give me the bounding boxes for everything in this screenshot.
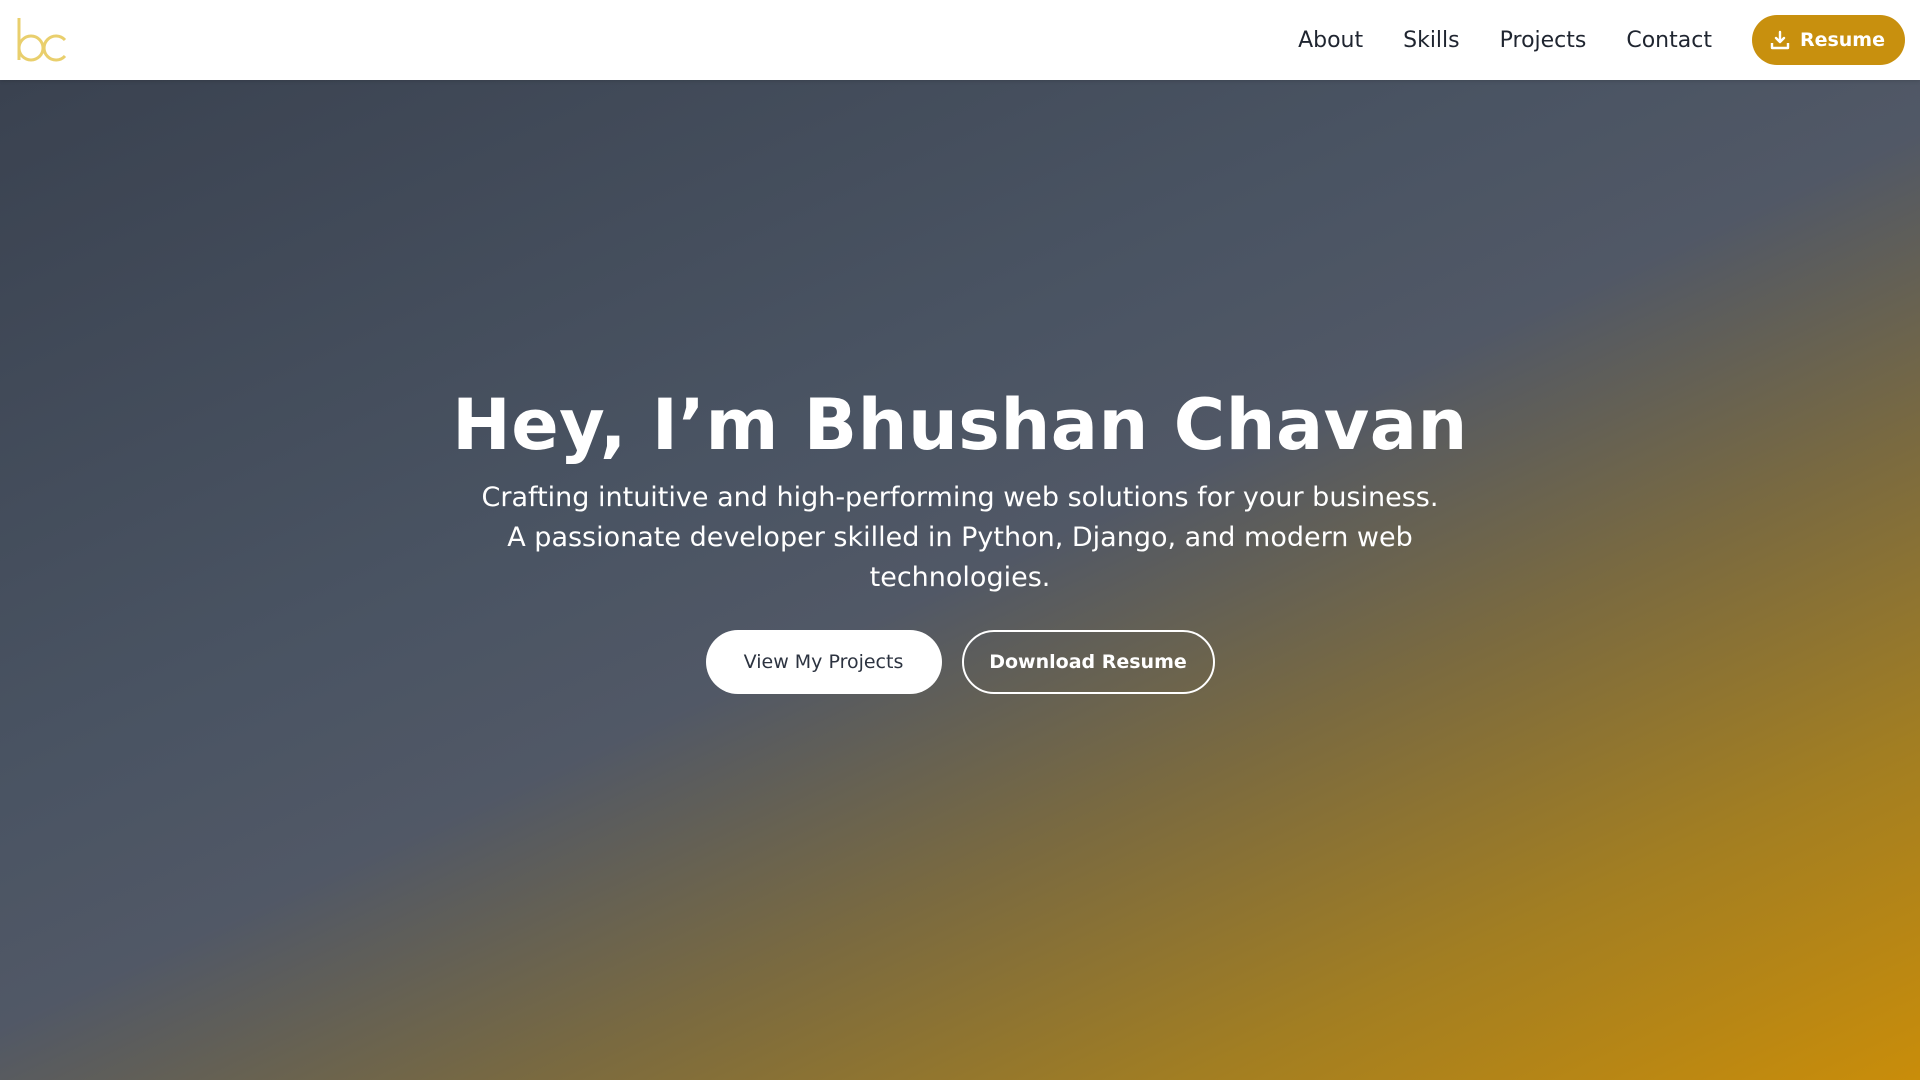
hero-section: Hey, I’m Bhushan Chavan Crafting intuiti… <box>0 80 1920 1080</box>
main-nav: About Skills Projects Contact Resume <box>1298 15 1905 65</box>
hero-subtitle: Crafting intuitive and high-performing w… <box>481 482 1439 593</box>
nav-link-contact[interactable]: Contact <box>1626 28 1712 53</box>
nav-link-projects[interactable]: Projects <box>1500 28 1587 53</box>
bc-logo-icon[interactable] <box>15 10 75 70</box>
nav-link-skills[interactable]: Skills <box>1403 28 1460 53</box>
hero-title: Hey, I’m Bhushan Chavan <box>452 384 1468 466</box>
view-projects-button[interactable]: View My Projects <box>705 630 942 694</box>
hero-buttons: View My Projects Download Resume <box>705 630 1215 694</box>
resume-button[interactable]: Resume <box>1751 15 1905 65</box>
resume-button-label: Resume <box>1799 29 1885 51</box>
download-resume-button[interactable]: Download Resume <box>961 630 1215 694</box>
download-icon <box>1770 30 1790 50</box>
navbar: About Skills Projects Contact Resume <box>0 0 1920 80</box>
nav-link-about[interactable]: About <box>1298 28 1363 53</box>
